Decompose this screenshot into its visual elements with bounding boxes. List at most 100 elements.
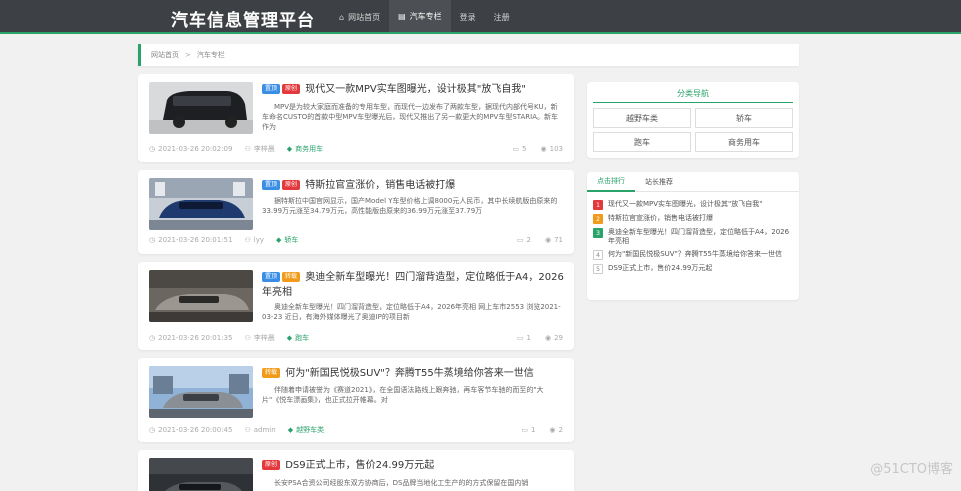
ranking-tabs: 点击排行 站长推荐	[587, 172, 799, 192]
tag-badge: 原创	[262, 460, 281, 470]
author: ⚇ 李梓晨	[244, 145, 275, 153]
category-button-sedan[interactable]: 轿车	[695, 108, 793, 128]
article-thumbnail[interactable]	[149, 270, 253, 322]
article-title-text: 何为"新国民悦极SUV"？奔腾T55牛蒸境给你答来一世信	[285, 368, 534, 379]
article-summary: 长安PSA合资公司经股东双方协商后，DS品牌当地化工生产的的方式保留在国内销	[274, 479, 529, 487]
article-card: 置顶 原创 特斯拉官宣涨价，销售电话被打爆 据特斯拉中国官网显示，国产Model …	[138, 170, 574, 254]
list-item[interactable]: 2 特斯拉官宣涨价，销售电话被打爆	[593, 214, 793, 224]
article-card: 原创 DS9正式上市，售价24.99万元起 长安PSA合资公司经股东双方协商后，…	[138, 450, 574, 491]
category-grid: 越野车类 轿车 跑车 商务用车	[593, 108, 793, 152]
tab-click-ranking[interactable]: 点击排行	[587, 172, 635, 192]
site-brand[interactable]: 汽车信息管理平台	[171, 6, 315, 31]
article-title[interactable]: 置顶 原创 特斯拉官宣涨价，销售电话被打爆	[262, 178, 564, 193]
rank-title: 奥迪全新车型曝光！四门溜背造型，定位略低于A4，2026年亮相	[608, 228, 790, 245]
category-link[interactable]: ◆ 轿车	[276, 235, 298, 245]
view-count: ◉ 29	[544, 334, 563, 342]
user-icon: ⚇	[244, 334, 251, 342]
clock-icon: ◷	[149, 145, 156, 153]
rank-title: 何为"新国民悦极SUV"？奔腾T55牛蒸境给你答来一世信	[608, 250, 782, 258]
view-count: ◉ 71	[544, 236, 563, 244]
comment-count: ▭ 5	[512, 145, 527, 153]
breadcrumb-separator: >	[185, 51, 191, 59]
category-button-business[interactable]: 商务用车	[695, 132, 793, 152]
article-card: 置顶 转载 奥迪全新车型曝光！四门溜背造型，定位略低于A4，2026年亮相 奥迪全…	[138, 262, 574, 350]
article-title-text: 现代又一款MPV实车图曝光，设计极其"放飞自我"	[305, 84, 526, 95]
article-meta: ◷ 2021-03-26 20:01:51 ⚇ lyy ◆ 轿车 ▭ 2 ◉ 71	[149, 234, 563, 246]
list-item[interactable]: 4 何为"新国民悦极SUV"？奔腾T55牛蒸境给你答来一世信	[593, 250, 793, 260]
comment-icon: ▭	[521, 426, 528, 434]
author: ⚇ admin	[244, 426, 276, 434]
comment-icon: ▭	[516, 236, 524, 244]
nav-item-register[interactable]: 注册	[485, 0, 519, 34]
tag-badge: 转载	[262, 368, 281, 378]
tag-icon: ◆	[286, 334, 293, 342]
home-icon: ⌂	[339, 12, 345, 22]
clock-icon: ◷	[149, 334, 156, 342]
category-link[interactable]: ◆ 越野车类	[288, 425, 324, 435]
user-icon: ⚇	[244, 426, 251, 434]
category-link[interactable]: ◆ 跑车	[287, 333, 309, 343]
article-thumbnail[interactable]	[149, 366, 253, 418]
eye-icon: ◉	[540, 145, 547, 153]
tag-badge: 原创	[282, 180, 301, 190]
category-nav-panel: 分类导航 越野车类 轿车 跑车 商务用车	[587, 82, 799, 158]
article-title[interactable]: 原创 DS9正式上市，售价24.99万元起	[262, 458, 564, 473]
date: ◷ 2021-03-26 20:00:45	[149, 426, 233, 434]
watermark: @51CTO博客	[870, 462, 953, 477]
article-title-text: DS9正式上市，售价24.99万元起	[285, 460, 435, 471]
article-summary: MPV是为较大家庭而准备的专用车型，而现代一边发布了两款车型，据现代内部代号KU…	[262, 103, 559, 131]
ranking-list: 1 现代又一款MPV实车图曝光，设计极其"放飞自我" 2 特斯拉官宣涨价，销售电…	[593, 200, 793, 278]
nav-item-home[interactable]: ⌂ 网站首页	[330, 0, 389, 34]
top-navbar: 汽车信息管理平台 ⌂ 网站首页 ▤ 汽车专栏 登录 注册	[0, 0, 961, 34]
article-meta: ◷ 2021-03-26 20:02:09 ⚇ 李梓晨 ◆ 商务用车 ▭ 5 ◉ 103	[149, 143, 563, 155]
rank-number: 5	[593, 264, 603, 274]
article-summary: 奥迪全新车型曝光！四门溜背造型，定位略低于A4，2026年亮相 网上车市2553…	[262, 303, 561, 321]
article-meta: ◷ 2021-03-26 20:00:45 ⚇ admin ◆ 越野车类 ▭ 1 ◉ 2	[149, 424, 563, 436]
nav-item-label: 注册	[493, 12, 510, 22]
nav-item-label: 登录	[459, 12, 476, 22]
list-item[interactable]: 3 奥迪全新车型曝光！四门溜背造型，定位略低于A4，2026年亮相	[593, 228, 793, 246]
breadcrumb: 网站首页 > 汽车专栏	[138, 44, 799, 66]
category-button-sports[interactable]: 跑车	[593, 132, 691, 152]
article-thumbnail[interactable]	[149, 458, 253, 491]
rank-number: 3	[593, 228, 603, 238]
author: ⚇ 李梓晨	[244, 334, 275, 342]
article-thumbnail[interactable]	[149, 178, 253, 230]
list-item[interactable]: 1 现代又一款MPV实车图曝光，设计极其"放飞自我"	[593, 200, 793, 210]
clock-icon: ◷	[149, 236, 156, 244]
date: ◷ 2021-03-26 20:01:35	[149, 334, 233, 342]
article-title[interactable]: 转载 何为"新国民悦极SUV"？奔腾T55牛蒸境给你答来一世信	[262, 366, 564, 381]
tab-recommend[interactable]: 站长推荐	[635, 172, 683, 192]
tag-badge: 转载	[282, 272, 301, 282]
rank-number: 4	[593, 250, 603, 260]
ranking-panel: 点击排行 站长推荐 1 现代又一款MPV实车图曝光，设计极其"放飞自我" 2 特…	[587, 172, 799, 300]
category-link[interactable]: ◆ 商务用车	[287, 144, 323, 154]
tag-badge: 置顶	[262, 180, 281, 190]
nav-item-car-column[interactable]: ▤ 汽车专栏	[389, 0, 451, 34]
article-title[interactable]: 置顶 转载 奥迪全新车型曝光！四门溜背造型，定位略低于A4，2026年亮相	[262, 270, 564, 300]
comment-icon: ▭	[512, 145, 520, 153]
date: ◷ 2021-03-26 20:02:09	[149, 145, 233, 153]
nav-item-login[interactable]: 登录	[451, 0, 485, 34]
list-item[interactable]: 5 DS9正式上市，售价24.99万元起	[593, 264, 793, 274]
rank-number: 1	[593, 200, 603, 210]
comment-count: ▭ 1	[516, 334, 531, 342]
tag-badge: 置顶	[262, 84, 281, 94]
comment-count: ▭ 2	[516, 236, 531, 244]
category-button-offroad[interactable]: 越野车类	[593, 108, 691, 128]
eye-icon: ◉	[549, 426, 556, 434]
breadcrumb-home-link[interactable]: 网站首页	[151, 50, 179, 60]
article-card: 置顶 原创 现代又一款MPV实车图曝光，设计极其"放飞自我" MPV是为较大家庭而…	[138, 74, 574, 162]
nav-item-label: 网站首页	[348, 12, 381, 22]
rank-title: 现代又一款MPV实车图曝光，设计极其"放飞自我"	[608, 200, 763, 208]
tag-icon: ◆	[286, 145, 293, 153]
article-title[interactable]: 置顶 原创 现代又一款MPV实车图曝光，设计极其"放飞自我"	[262, 82, 564, 97]
rank-title: 特斯拉官宣涨价，销售电话被打爆	[608, 214, 713, 222]
user-icon: ⚇	[244, 145, 251, 153]
article-meta: ◷ 2021-03-26 20:01:35 ⚇ 李梓晨 ◆ 跑车 ▭ 1 ◉ 29	[149, 332, 563, 344]
view-count: ◉ 103	[540, 145, 563, 153]
article-thumbnail[interactable]	[149, 82, 253, 134]
view-count: ◉ 2	[549, 426, 563, 434]
nav-item-label: 汽车专栏	[409, 11, 442, 21]
tag-icon: ◆	[287, 426, 294, 434]
